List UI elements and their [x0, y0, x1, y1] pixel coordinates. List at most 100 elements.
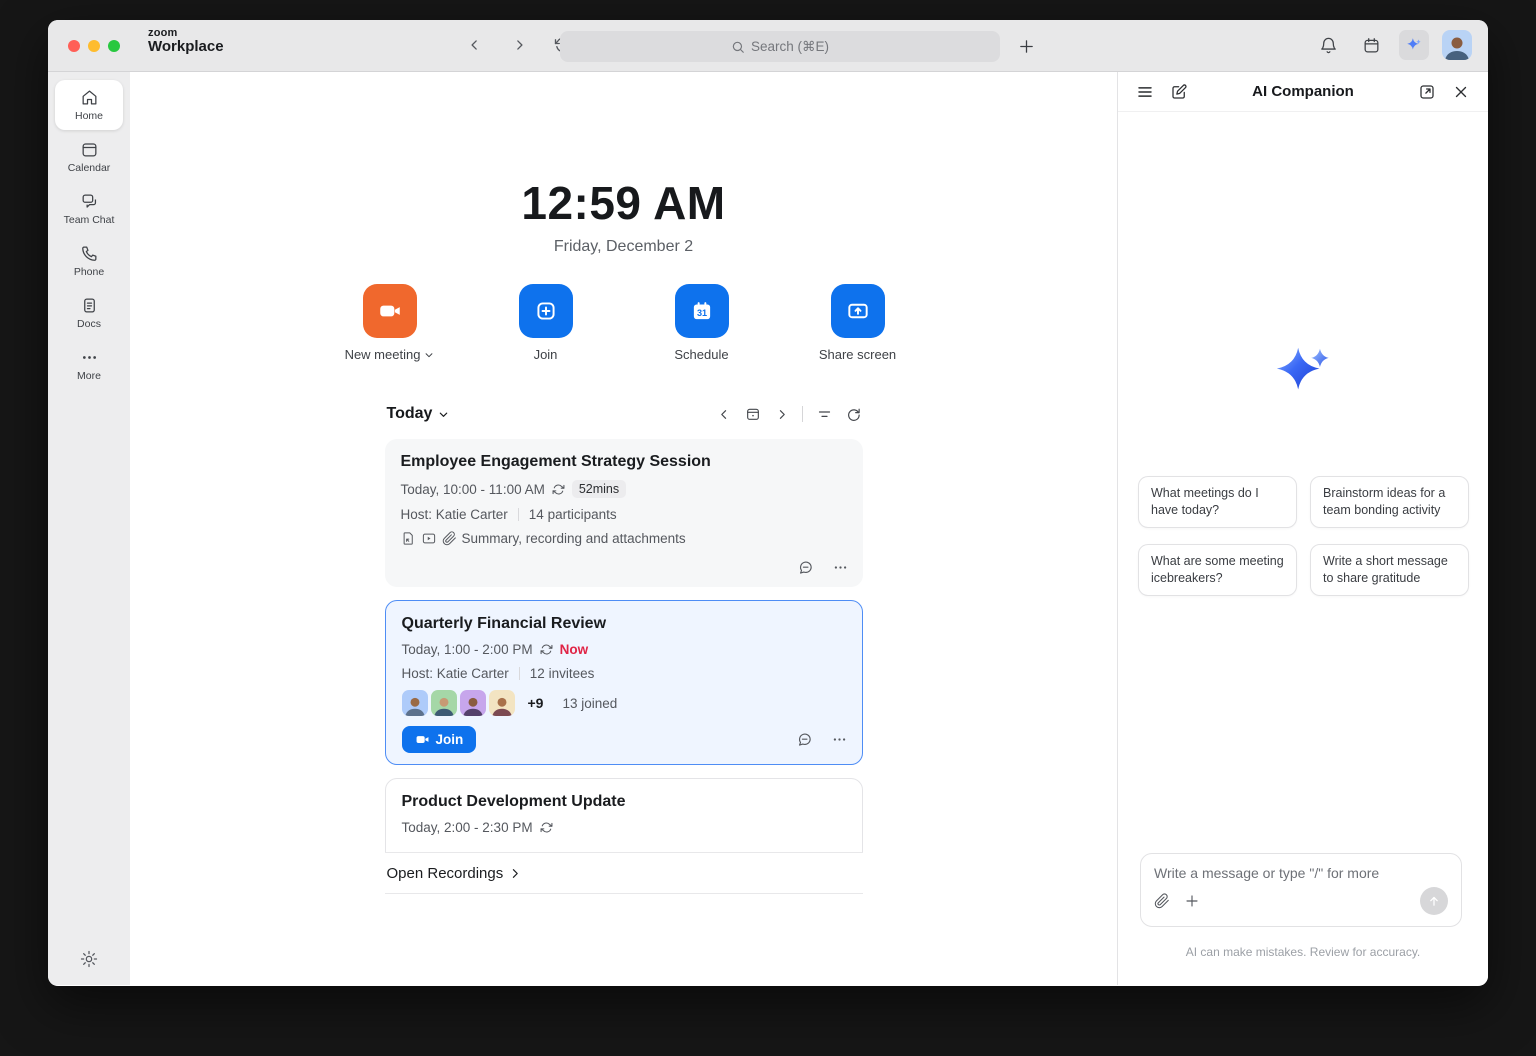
meeting-card-product-development-update[interactable]: Product Development Update Today, 2:00 -…	[384, 778, 863, 852]
ai-suggestion-chip[interactable]: What are some meeting icebreakers?	[1138, 543, 1297, 596]
summary-doc-icon	[403, 532, 413, 545]
ai-suggestion-chip[interactable]: Write a short message to share gratitude	[1310, 543, 1469, 596]
ai-panel-header: AI Companion	[1118, 72, 1488, 112]
meeting-attachments: Summary, recording and attachments	[461, 531, 686, 546]
window-content: Home Calendar Team Chat Phone Docs More …	[48, 72, 1488, 985]
avatar-person-icon	[491, 697, 512, 716]
paperclip-icon	[442, 531, 456, 546]
divider	[517, 508, 519, 521]
ai-disclaimer: AI can make mistakes. Review for accurac…	[1185, 945, 1421, 959]
left-sidebar: Home Calendar Team Chat Phone Docs More	[48, 72, 130, 985]
ai-companion-toggle-button[interactable]	[1399, 30, 1429, 60]
sidebar-label: Docs	[77, 318, 101, 330]
divider	[518, 667, 520, 680]
meeting-card-quarterly-financial-review[interactable]: Quarterly Financial Review Today, 1:00 -…	[384, 600, 863, 765]
join-button[interactable]: Join	[501, 284, 591, 362]
new-chat-button[interactable]	[1170, 83, 1188, 101]
action-label: New meeting	[344, 347, 421, 362]
pop-out-button[interactable]	[1418, 83, 1436, 101]
prev-day-button[interactable]	[718, 408, 731, 421]
quick-actions: New meeting Join 31 Schedule Share scree…	[345, 284, 903, 362]
chat-action-button[interactable]	[797, 559, 814, 576]
schedule-tile[interactable]: 31	[674, 284, 729, 338]
ai-sparkle-logo-icon	[1276, 347, 1329, 390]
action-label: Join	[533, 347, 558, 362]
date-filter-dropdown[interactable]: Today	[387, 405, 450, 423]
user-avatar[interactable]	[1442, 30, 1472, 60]
settings-button[interactable]	[79, 949, 99, 969]
notifications-button[interactable]	[1313, 30, 1343, 60]
new-meeting-button[interactable]: New meeting	[345, 284, 435, 362]
back-button[interactable]	[462, 32, 488, 58]
next-day-button[interactable]	[775, 408, 788, 421]
more-options-button[interactable]	[831, 731, 848, 748]
avatar-person-icon	[462, 697, 483, 716]
avatar-person-icon	[1445, 37, 1469, 60]
meeting-title: Employee Engagement Strategy Session	[400, 453, 711, 470]
meeting-time: Today, 1:00 - 2:00 PM	[401, 642, 533, 657]
more-options-button[interactable]	[832, 559, 849, 576]
calendar-shortcut-button[interactable]	[1356, 30, 1386, 60]
meeting-time: Today, 10:00 - 11:00 AM	[400, 481, 545, 497]
zoom-window-button[interactable]	[108, 40, 120, 52]
filter-button[interactable]	[817, 407, 832, 422]
schedule-button[interactable]: 31 Schedule	[657, 284, 747, 362]
share-screen-tile[interactable]	[830, 284, 885, 338]
send-message-button[interactable]	[1420, 887, 1448, 915]
search-icon	[732, 41, 744, 53]
divider	[801, 406, 803, 422]
new-meeting-tile[interactable]	[362, 284, 417, 338]
share-screen-button[interactable]: Share screen	[813, 284, 903, 362]
sidebar-item-calendar[interactable]: Calendar	[55, 132, 123, 182]
sidebar-item-home[interactable]: Home	[55, 80, 123, 130]
sidebar-item-docs[interactable]: Docs	[55, 288, 123, 338]
join-label: Join	[435, 732, 464, 747]
action-label: Share screen	[818, 347, 897, 362]
titlebar: zoom Workplace Search (⌘E)	[48, 20, 1488, 72]
meeting-title: Quarterly Financial Review	[401, 615, 607, 632]
chevron-right-icon	[513, 868, 519, 878]
menu-button[interactable]	[1136, 83, 1154, 101]
document-icon	[83, 298, 95, 313]
sidebar-label: Phone	[73, 266, 105, 278]
participant-avatar	[430, 690, 457, 716]
calendar-picker-button[interactable]	[745, 406, 761, 422]
logo-workplace: Workplace	[148, 38, 224, 56]
join-meeting-button[interactable]: Join	[401, 726, 477, 753]
app-logo: zoom Workplace	[148, 27, 224, 56]
chevron-down-icon	[426, 352, 433, 357]
joined-count: 13 joined	[562, 695, 618, 711]
duration-badge: 52mins	[571, 480, 627, 498]
sidebar-label: More	[77, 370, 101, 382]
minimize-window-button[interactable]	[88, 40, 100, 52]
home-view: 12:59 AM Friday, December 2 New meeting	[130, 72, 1117, 985]
avatar-person-icon	[433, 697, 454, 716]
titlebar-right	[1313, 30, 1472, 60]
refresh-button[interactable]	[846, 407, 861, 422]
chat-action-button[interactable]	[796, 731, 813, 748]
sidebar-item-phone[interactable]: Phone	[55, 236, 123, 286]
svg-text:31: 31	[696, 308, 706, 318]
add-content-button[interactable]	[1184, 893, 1200, 909]
sidebar-item-more[interactable]: More	[55, 340, 123, 390]
ai-suggestion-chip[interactable]: Brainstorm ideas for a team bonding acti…	[1310, 476, 1469, 528]
meeting-time: Today, 2:00 - 2:30 PM	[401, 820, 533, 835]
ai-companion-panel: AI Companion What meetings do I have tod…	[1117, 72, 1488, 985]
sidebar-item-team-chat[interactable]: Team Chat	[55, 184, 123, 234]
open-recordings-link[interactable]: Open Recordings	[384, 852, 863, 894]
new-tab-button[interactable]	[1013, 33, 1039, 59]
attach-file-button[interactable]	[1154, 893, 1170, 909]
window-controls	[68, 40, 120, 52]
ai-suggestions: What meetings do I have today? Brainstor…	[1138, 476, 1469, 596]
meeting-card-employee-engagement[interactable]: Employee Engagement Strategy Session Tod…	[384, 439, 863, 587]
list-controls	[718, 406, 861, 422]
close-panel-button[interactable]	[1452, 83, 1470, 101]
ai-message-input[interactable]	[1154, 865, 1448, 881]
close-window-button[interactable]	[68, 40, 80, 52]
forward-button[interactable]	[506, 32, 532, 58]
clock: 12:59 AM	[521, 177, 726, 229]
search-input[interactable]: Search (⌘E)	[560, 31, 1000, 62]
participant-avatar	[488, 690, 515, 716]
join-tile[interactable]	[518, 284, 573, 338]
ai-suggestion-chip[interactable]: What meetings do I have today?	[1138, 476, 1297, 528]
